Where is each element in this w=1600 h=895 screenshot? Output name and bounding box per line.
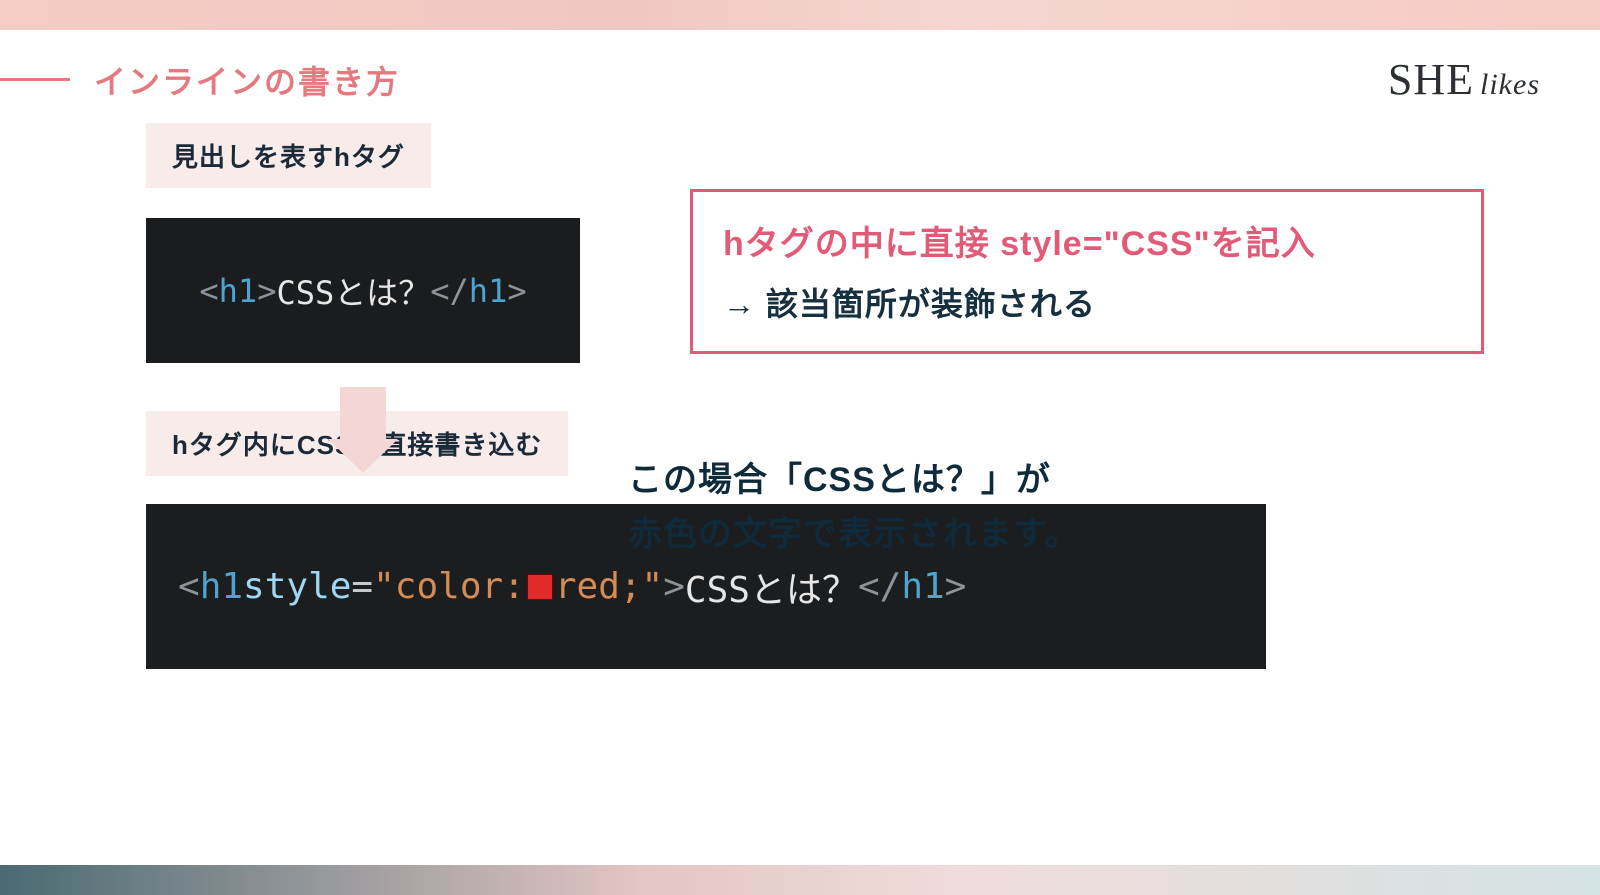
callout-line-2: → 該当箇所が装飾される bbox=[723, 279, 1451, 325]
code-token: </ bbox=[858, 566, 901, 607]
color-swatch-icon bbox=[527, 574, 553, 600]
callout-line-1: hタグの中に直接 style="CSS"を記入 bbox=[723, 216, 1451, 265]
code-token: red; bbox=[555, 566, 642, 607]
code-token: < bbox=[178, 566, 200, 607]
header: インラインの書き方 SHElikes bbox=[0, 30, 1600, 113]
code-token: h1 bbox=[901, 566, 944, 607]
callout-box: hタグの中に直接 style="CSS"を記入 → 該当箇所が装飾される bbox=[690, 189, 1484, 354]
code-token: " bbox=[373, 566, 395, 607]
explain-line-2: 赤色の文字で表示されます。 bbox=[628, 507, 1080, 561]
code-token: style bbox=[243, 566, 351, 607]
explain-line-1: この場合「CSSとは？」が bbox=[628, 453, 1080, 507]
title-wrap: インラインの書き方 bbox=[0, 57, 400, 103]
code-token: color: bbox=[395, 566, 525, 607]
brand-logo: SHElikes bbox=[1388, 54, 1540, 105]
brand-main: SHE bbox=[1388, 55, 1474, 104]
code-token: </ bbox=[430, 272, 469, 310]
code-token: > bbox=[945, 566, 967, 607]
code-token: > bbox=[663, 566, 685, 607]
title-rule-icon bbox=[0, 78, 70, 81]
page-title: インラインの書き方 bbox=[94, 57, 400, 103]
code-block-basic-h1: <h1>CSSとは？</h1> bbox=[146, 218, 580, 363]
code-token: CSSとは？ bbox=[276, 268, 430, 314]
badge-heading-tag: 見出しを表すhタグ bbox=[146, 123, 431, 188]
bottom-decorative-band bbox=[0, 865, 1600, 895]
top-decorative-band bbox=[0, 0, 1600, 30]
explanation-text: この場合「CSSとは？」が 赤色の文字で表示されます。 bbox=[628, 453, 1080, 562]
code-token: = bbox=[351, 566, 373, 607]
code-token: CSSとは？ bbox=[685, 561, 858, 613]
code-token: > bbox=[257, 272, 276, 310]
code-token: h1 bbox=[200, 566, 243, 607]
code-token: h1 bbox=[469, 272, 508, 310]
slide-content: 見出しを表すhタグ <h1>CSSとは？</h1> hタグの中に直接 style… bbox=[0, 113, 1600, 669]
code-token: " bbox=[642, 566, 664, 607]
code-token: h1 bbox=[219, 272, 258, 310]
code-token: < bbox=[199, 272, 218, 310]
brand-sub: likes bbox=[1480, 68, 1540, 101]
code-token: > bbox=[507, 272, 526, 310]
